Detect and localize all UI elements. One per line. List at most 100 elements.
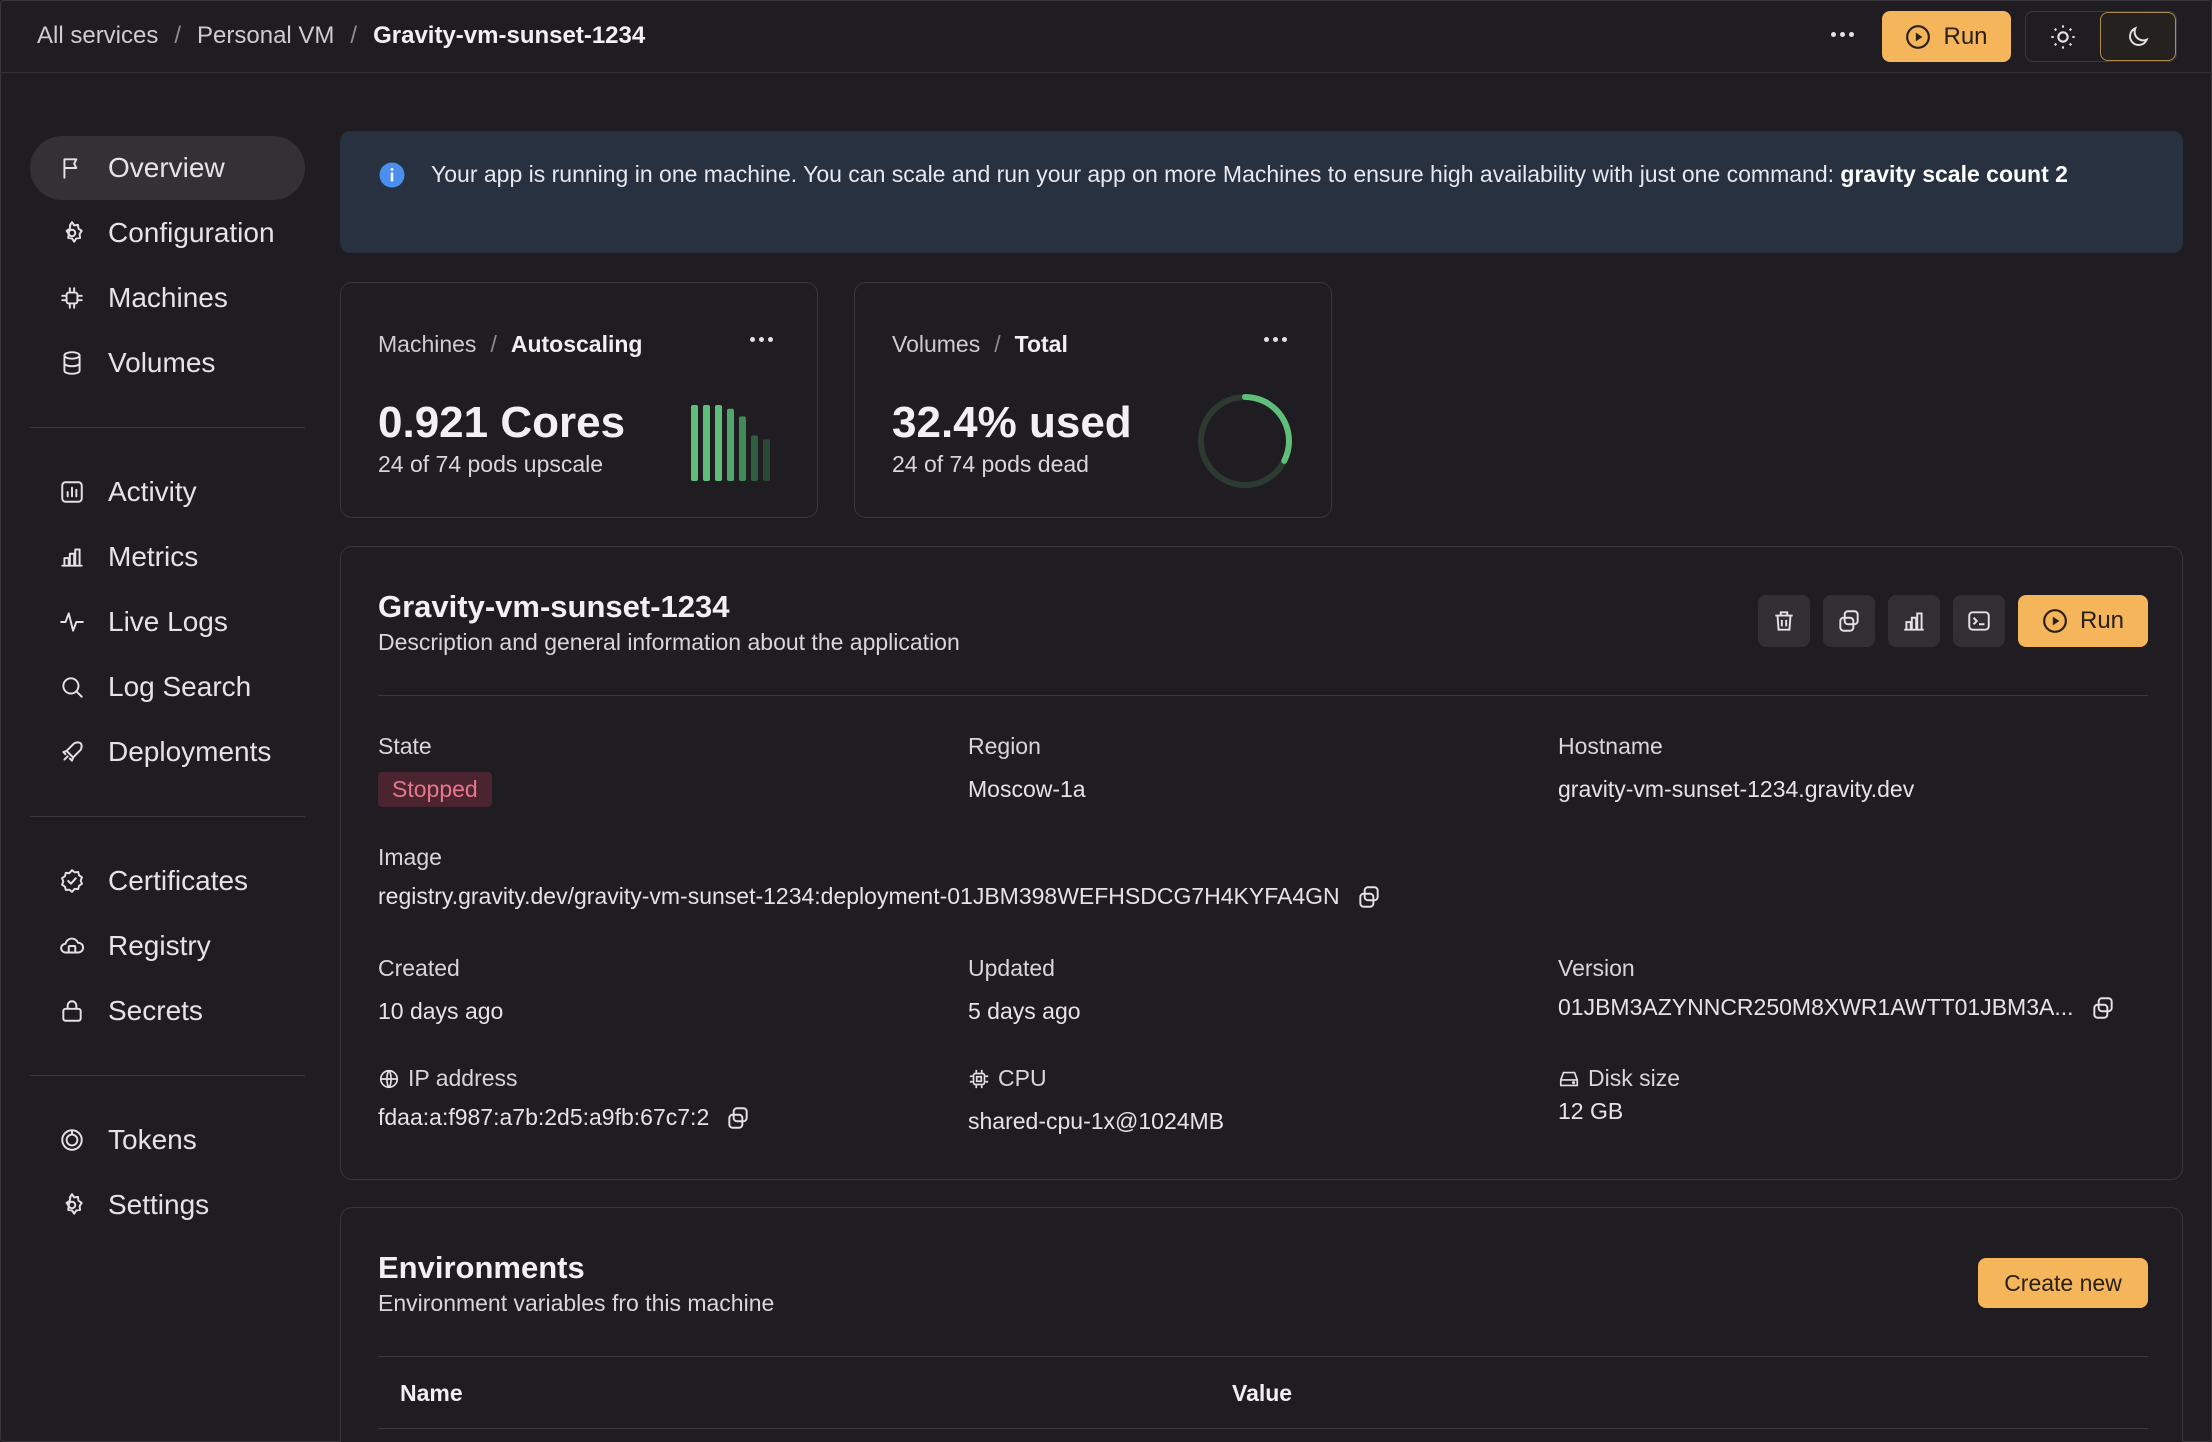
version-label: Version — [1558, 955, 1635, 981]
sidebar-divider — [30, 1075, 305, 1076]
console-button[interactable] — [1953, 595, 2005, 647]
light-theme-button[interactable] — [2026, 12, 2100, 61]
create-new-button[interactable]: Create new — [1978, 1258, 2148, 1308]
app-run-label: Run — [2079, 607, 2125, 634]
breadcrumb-separator: / — [350, 22, 358, 49]
sidebar: Overview Configuration Machines Volumes Acti… — [30, 136, 305, 1238]
hostname-label: Hostname — [1558, 733, 1663, 759]
database-icon — [58, 349, 86, 377]
machines-card-header: Machines / Autoscaling — [378, 331, 643, 357]
play-circle-icon — [2043, 609, 2067, 633]
sidebar-item-certificates[interactable]: Certificates — [30, 849, 305, 913]
gear-icon — [58, 219, 86, 247]
sidebar-item-metrics[interactable]: Metrics — [30, 525, 305, 589]
volumes-card-title: Total — [1014, 331, 1068, 357]
cpu-field: CPU shared-cpu-1x@1024MB — [968, 1065, 1224, 1135]
badge-check-icon — [58, 867, 86, 895]
sidebar-divider — [30, 427, 305, 428]
sidebar-item-machines[interactable]: Machines — [30, 266, 305, 330]
divider — [378, 1428, 2148, 1429]
alert-command: gravity scale count 2 — [1840, 161, 2068, 187]
breadcrumb-all-services[interactable]: All services — [37, 22, 158, 50]
column-header-value[interactable]: Value — [1232, 1380, 1292, 1407]
app-run-button[interactable]: Run — [2018, 595, 2148, 647]
metrics-button[interactable] — [1888, 595, 1940, 647]
machines-card-subtext: 24 of 74 pods upscale — [378, 451, 604, 477]
created-value: 10 days ago — [378, 998, 504, 1024]
sidebar-item-log-search[interactable]: Log Search — [30, 655, 305, 719]
hostname-link[interactable]: gravity-vm-sunset-1234.gravity.dev — [1558, 776, 1914, 803]
volumes-card-subtext: 24 of 74 pods dead — [892, 451, 1089, 477]
copy-icon[interactable] — [2090, 995, 2116, 1021]
cpu-label: CPU — [998, 1065, 1047, 1091]
sidebar-item-live-logs[interactable]: Live Logs — [30, 590, 305, 654]
cloud-box-icon — [58, 932, 86, 960]
run-button[interactable]: Run — [1882, 11, 2011, 62]
updated-label: Updated — [968, 955, 1055, 981]
environments-description: Environment variables fro this machine — [378, 1290, 775, 1316]
sidebar-item-deployments[interactable]: Deployments — [30, 720, 305, 784]
updated-field: Updated 5 days ago — [968, 955, 1081, 1025]
duplicate-button[interactable] — [1823, 595, 1875, 647]
created-field: Created 10 days ago — [378, 955, 503, 1025]
activity-chart-icon — [58, 478, 86, 506]
column-header-name[interactable]: Name — [400, 1380, 463, 1407]
moon-icon — [2129, 25, 2149, 46]
image-value: registry.gravity.dev/gravity-vm-sunset-1… — [378, 883, 1340, 909]
breadcrumb: All services / Personal VM / Gravity-vm-… — [37, 22, 645, 50]
breadcrumb-separator: / — [174, 22, 182, 49]
machines-card-value: 0.921 Cores — [378, 398, 626, 447]
chart-bar — [703, 405, 710, 481]
machines-stat-card: Machines / Autoscaling 0.921 Cores 24 of 7… — [340, 282, 818, 518]
dark-theme-button[interactable] — [2100, 12, 2176, 61]
image-label: Image — [378, 844, 442, 870]
hard-drive-icon — [1559, 1071, 1579, 1086]
status-badge: Stopped — [378, 772, 492, 807]
machines-card-crumb[interactable]: Machines — [378, 331, 476, 357]
state-label: State — [378, 733, 432, 759]
more-options-button[interactable] — [1824, 16, 1860, 52]
play-circle-icon — [1906, 24, 1931, 49]
chart-bar — [751, 435, 758, 481]
volumes-card-crumb[interactable]: Volumes — [892, 331, 980, 357]
app-title: Gravity-vm-sunset-1234 — [378, 589, 730, 624]
machines-card-more-button[interactable] — [750, 337, 773, 342]
sidebar-item-label: Live Logs — [108, 606, 228, 637]
globe-icon — [379, 1069, 399, 1088]
region-label: Region — [968, 733, 1041, 759]
bar-chart-icon — [58, 543, 86, 571]
delete-button[interactable] — [1758, 595, 1810, 647]
chart-bar — [715, 405, 722, 481]
sidebar-item-registry[interactable]: Registry — [30, 914, 305, 978]
volumes-card-more-button[interactable] — [1264, 337, 1287, 342]
volumes-stat-card: Volumes / Total 32.4% used 24 of 74 pods d… — [854, 282, 1332, 518]
chart-bar — [691, 405, 698, 481]
terminal-icon — [1968, 611, 1990, 631]
sidebar-item-label: Metrics — [108, 541, 199, 572]
disk-value: 12 GB — [1558, 1098, 1624, 1124]
sidebar-item-secrets[interactable]: Secrets — [30, 979, 305, 1043]
chart-bar — [763, 439, 770, 481]
breadcrumb-personal-vm[interactable]: Personal VM — [197, 22, 334, 50]
version-value: 01JBM3AZYNNCR250M8XWR1AWTT01JBM3A... — [1558, 994, 2074, 1020]
sidebar-item-settings[interactable]: Settings — [30, 1173, 305, 1237]
sidebar-item-volumes[interactable]: Volumes — [30, 331, 305, 395]
region-field: Region Moscow-1a — [968, 733, 1086, 803]
copy-icon[interactable] — [725, 1105, 751, 1131]
app-description: Description and general information abou… — [378, 629, 960, 655]
sidebar-item-label: Overview — [108, 152, 225, 183]
cpu-icon — [969, 1069, 989, 1088]
bar-chart-icon — [1904, 612, 1924, 631]
sidebar-item-configuration[interactable]: Configuration — [30, 201, 305, 265]
sidebar-item-label: Secrets — [108, 995, 203, 1026]
copy-icon — [1839, 610, 1859, 632]
sidebar-item-label: Volumes — [108, 347, 216, 378]
divider — [378, 1356, 2148, 1357]
more-dots-icon — [750, 337, 773, 342]
environments-card: Environments Environment variables fro t… — [340, 1207, 2183, 1442]
sidebar-item-overview[interactable]: Overview — [30, 136, 305, 200]
ip-label: IP address — [408, 1065, 518, 1091]
sidebar-item-activity[interactable]: Activity — [30, 460, 305, 524]
copy-icon[interactable] — [1356, 884, 1382, 910]
sidebar-item-tokens[interactable]: Tokens — [30, 1108, 305, 1172]
